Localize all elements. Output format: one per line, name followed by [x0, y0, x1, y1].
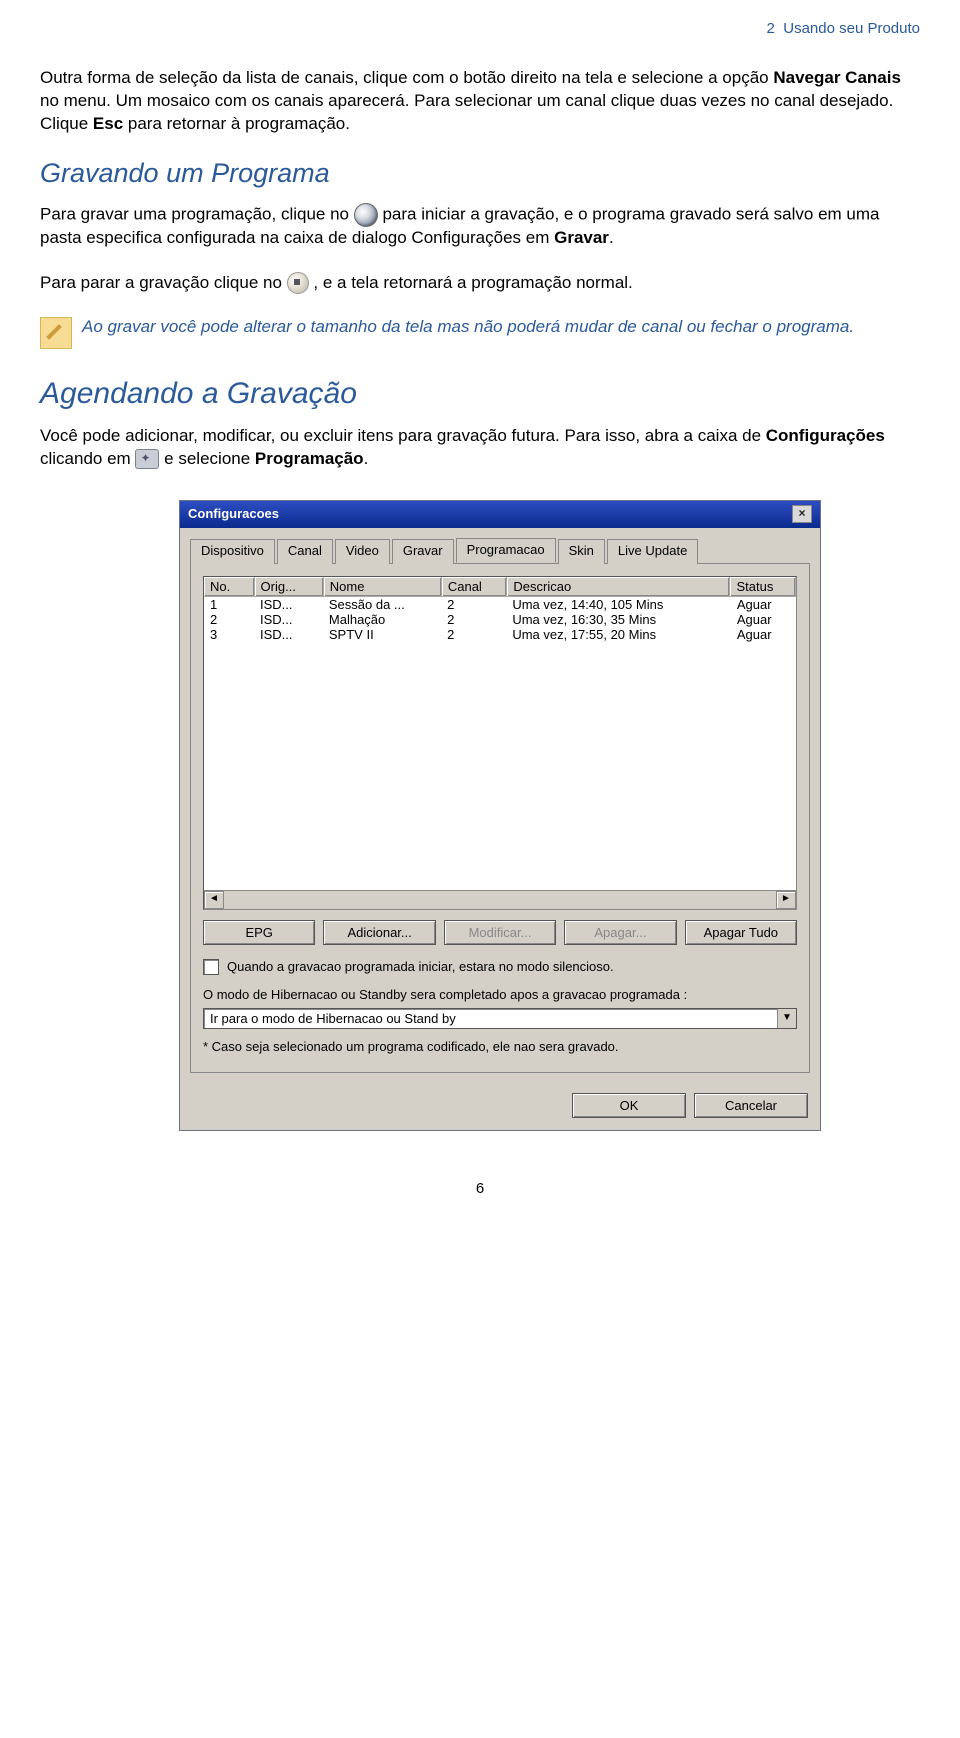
silent-checkbox-label: Quando a gravacao programada iniciar, es…	[227, 959, 614, 974]
section-title: Usando seu Produto	[783, 20, 920, 37]
tab-video[interactable]: Video	[335, 539, 390, 564]
listview-body: 1 ISD... Sessão da ... 2 Uma vez, 14:40,…	[204, 597, 796, 890]
col-nome[interactable]: Nome	[324, 577, 442, 596]
scroll-track[interactable]	[224, 891, 776, 909]
tab-skin[interactable]: Skin	[558, 539, 605, 564]
tab-canal[interactable]: Canal	[277, 539, 333, 564]
silent-checkbox[interactable]	[203, 959, 219, 975]
config-dialog: Configuracoes × Dispositivo Canal Video …	[180, 501, 820, 1130]
section-number: 2	[767, 20, 775, 37]
record-icon	[354, 203, 378, 227]
tab-programacao[interactable]: Programacao	[456, 538, 556, 563]
dropdown-value: Ir para o modo de Hibernacao ou Stand by	[204, 1009, 777, 1028]
col-no[interactable]: No.	[204, 577, 255, 596]
table-row[interactable]: 1 ISD... Sessão da ... 2 Uma vez, 14:40,…	[204, 597, 796, 612]
horizontal-scrollbar[interactable]: ◄ ►	[204, 890, 796, 909]
stop-icon	[287, 272, 309, 294]
gravando-p2: Para parar a gravação clique no , e a te…	[40, 272, 920, 295]
dialog-titlebar: Configuracoes ×	[180, 501, 820, 528]
close-icon[interactable]: ×	[792, 505, 812, 523]
tab-dispositivo[interactable]: Dispositivo	[190, 539, 275, 564]
scroll-left-icon[interactable]: ◄	[204, 891, 224, 909]
silent-checkbox-row: Quando a gravacao programada iniciar, es…	[203, 959, 797, 975]
table-row[interactable]: 3 ISD... SPTV II 2 Uma vez, 17:55, 20 Mi…	[204, 627, 796, 642]
gravando-p1: Para gravar uma programação, clique no p…	[40, 203, 920, 250]
col-status[interactable]: Status	[730, 577, 796, 596]
note-icon	[40, 317, 72, 349]
cancel-button[interactable]: Cancelar	[694, 1093, 808, 1118]
agendando-title: Agendando a Gravação	[40, 377, 920, 411]
delete-button[interactable]: Apagar...	[564, 920, 676, 945]
hibernate-dropdown[interactable]: Ir para o modo de Hibernacao ou Stand by…	[203, 1008, 797, 1029]
tab-liveupdate[interactable]: Live Update	[607, 539, 698, 564]
epg-button[interactable]: EPG	[203, 920, 315, 945]
gravando-title: Gravando um Programa	[40, 158, 920, 189]
page-number: 6	[40, 1180, 920, 1197]
button-row: EPG Adicionar... Modificar... Apagar... …	[203, 920, 797, 945]
dialog-footer: OK Cancelar	[180, 1085, 820, 1130]
modify-button[interactable]: Modificar...	[444, 920, 556, 945]
chevron-down-icon[interactable]: ▼	[777, 1009, 796, 1028]
tab-strip: Dispositivo Canal Video Gravar Programac…	[190, 538, 810, 564]
note-text: Ao gravar você pode alterar o tamanho da…	[82, 317, 854, 336]
col-desc[interactable]: Descricao	[507, 577, 730, 596]
agendando-p1: Você pode adicionar, modificar, ou exclu…	[40, 425, 920, 471]
clear-button[interactable]: Apagar Tudo	[685, 920, 797, 945]
add-button[interactable]: Adicionar...	[323, 920, 435, 945]
table-row[interactable]: 2 ISD... Malhação 2 Uma vez, 16:30, 35 M…	[204, 612, 796, 627]
dialog-title: Configuracoes	[188, 506, 279, 521]
hibernate-info: O modo de Hibernacao ou Standby sera com…	[203, 987, 797, 1002]
tab-gravar[interactable]: Gravar	[392, 539, 454, 564]
settings-icon	[135, 449, 159, 469]
schedule-listview[interactable]: No. Orig... Nome Canal Descricao Status …	[203, 576, 797, 910]
ok-button[interactable]: OK	[572, 1093, 686, 1118]
scroll-right-icon[interactable]: ►	[776, 891, 796, 909]
listview-header: No. Orig... Nome Canal Descricao Status	[204, 577, 796, 597]
col-orig[interactable]: Orig...	[255, 577, 324, 596]
note-block: Ao gravar você pode alterar o tamanho da…	[40, 317, 920, 337]
tab-panel: No. Orig... Nome Canal Descricao Status …	[190, 564, 810, 1073]
footer-note: * Caso seja selecionado um programa codi…	[203, 1039, 797, 1054]
page-header: 2 Usando seu Produto	[40, 20, 920, 37]
intro-paragraph: Outra forma de seleção da lista de canai…	[40, 67, 920, 136]
col-canal[interactable]: Canal	[442, 577, 508, 596]
